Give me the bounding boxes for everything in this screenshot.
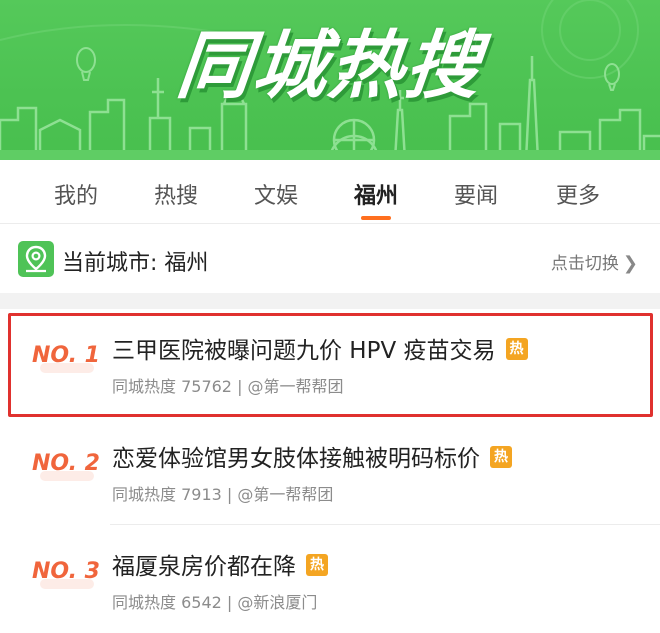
rank-number: NO. 2 (32, 451, 100, 476)
banner-title: 同城热搜 (172, 23, 486, 109)
tab-fuzhou-label: 福州 (354, 184, 399, 209)
item-title: 三甲医院被曝问题九价 HPV 疫苗交易热 (112, 331, 528, 365)
item-title-text: 恋爱体验馆男女肢体接触被明码标价 (112, 446, 480, 472)
tab-entertainment[interactable]: 文娱 (254, 178, 298, 210)
tab-fuzhou[interactable]: 福州 (354, 178, 399, 220)
switch-city-button[interactable]: 点击切换 ❯ (551, 249, 638, 274)
rank-number: NO. 1 (32, 343, 100, 368)
hot-badge: 热 (505, 337, 528, 360)
switch-city-label: 点击切换 (550, 254, 619, 274)
section-divider (0, 293, 660, 309)
item-title: 恋爱体验馆男女肢体接触被明码标价热 (112, 439, 512, 473)
location-pin-icon (18, 241, 54, 277)
rank-number: NO. 3 (32, 559, 100, 584)
item-title-text: 福厦泉房价都在降 (112, 554, 296, 580)
banner: 同城热搜 (0, 0, 660, 160)
item-meta: 同城热度 75762 | @第一帮帮团 (112, 377, 344, 396)
active-tab-indicator (361, 216, 391, 220)
list-item[interactable]: NO. 3 福厦泉房价都在降热 同城热度 6542 | @新浪厦门 (0, 525, 660, 633)
hot-badge: 热 (306, 553, 328, 576)
current-city-label: 当前城市: 福州 (62, 251, 209, 276)
item-meta: 同城热度 7913 | @第一帮帮团 (112, 485, 334, 504)
tab-news[interactable]: 要闻 (454, 178, 498, 210)
tab-hot-search[interactable]: 热搜 (154, 178, 198, 210)
hot-badge: 热 (490, 445, 512, 468)
item-title: 福厦泉房价都在降热 (112, 547, 328, 581)
list-item[interactable]: NO. 2 恋爱体验馆男女肢体接触被明码标价热 同城热度 7913 | @第一帮… (0, 417, 660, 525)
current-city-bar: 当前城市: 福州 点击切换 ❯ (0, 225, 660, 293)
item-meta: 同城热度 6542 | @新浪厦门 (112, 593, 318, 612)
tab-more[interactable]: 更多 (556, 178, 600, 210)
tab-mine[interactable]: 我的 (54, 178, 98, 210)
chevron-right-icon: ❯ (622, 253, 638, 274)
item-title-text: 三甲医院被曝问题九价 HPV 疫苗交易 (112, 338, 496, 364)
list-item[interactable]: NO. 1 三甲医院被曝问题九价 HPV 疫苗交易热 同城热度 75762 | … (0, 309, 660, 417)
tab-bar: 我的 热搜 文娱 福州 要闻 更多 (0, 160, 660, 224)
highlight-frame (8, 313, 653, 417)
